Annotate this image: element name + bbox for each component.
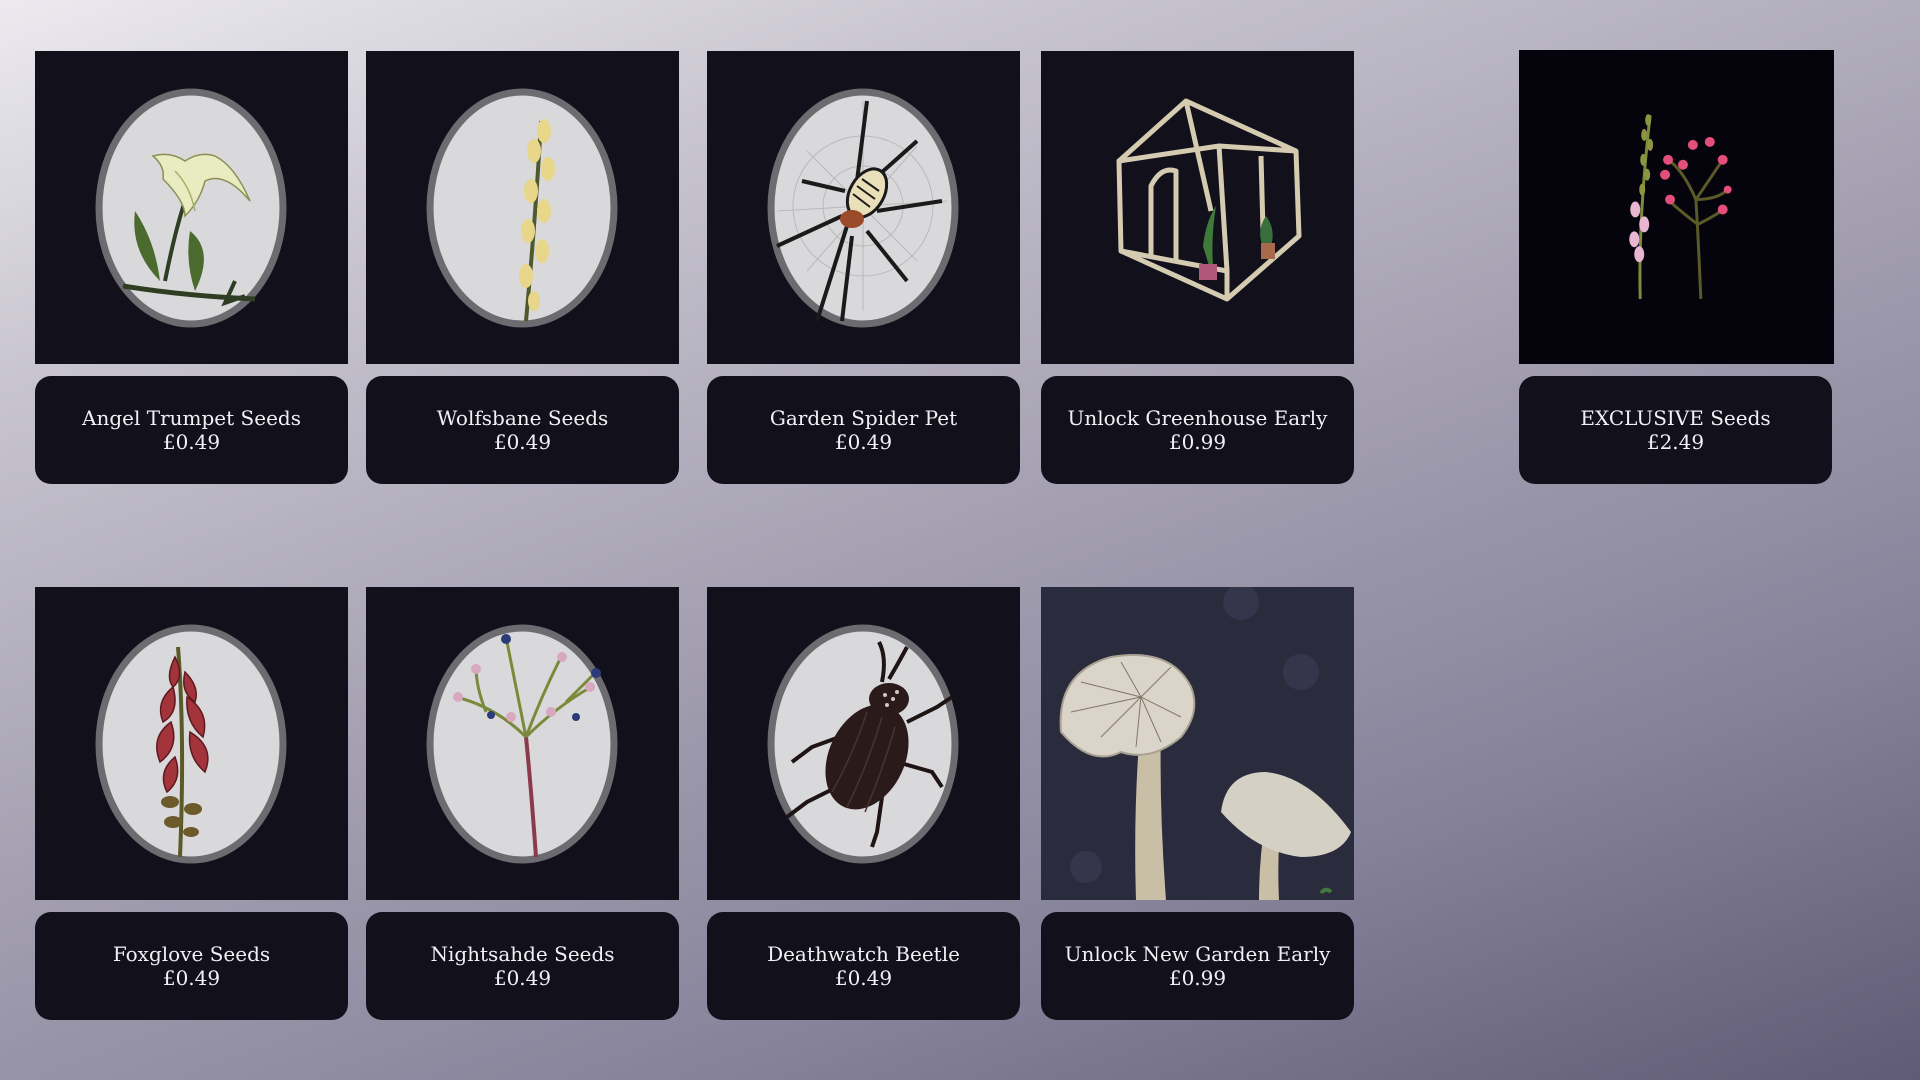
item-name: Deathwatch Beetle <box>767 942 960 966</box>
spider-icon <box>767 88 959 328</box>
item-name: EXCLUSIVE Seeds <box>1580 406 1771 430</box>
item-name: Angel Trumpet Seeds <box>82 406 301 430</box>
wolfsbane-image-button[interactable] <box>366 51 679 364</box>
exclusive-image-button[interactable] <box>1519 50 1834 364</box>
greenhouse-icon <box>1116 98 1302 302</box>
angel-trumpet-icon <box>95 88 287 328</box>
item-price: £0.49 <box>834 430 893 454</box>
garden-spider-buy-button[interactable]: Garden Spider Pet £0.49 <box>707 376 1020 484</box>
angel-trumpet-buy-button[interactable]: Angel Trumpet Seeds £0.49 <box>35 376 348 484</box>
deathwatch-beetle-image-button[interactable] <box>707 587 1020 900</box>
item-name: Nightsahde Seeds <box>430 942 615 966</box>
nightshade-icon <box>426 624 618 864</box>
greenhouse-image-button[interactable] <box>1041 51 1354 364</box>
item-price: £0.99 <box>1168 966 1227 990</box>
shop-item-greenhouse: Unlock Greenhouse Early £0.99 <box>1041 51 1354 484</box>
mushroom-icon <box>1041 587 1354 900</box>
greenhouse-buy-button[interactable]: Unlock Greenhouse Early £0.99 <box>1041 376 1354 484</box>
garden-spider-image-button[interactable] <box>707 51 1020 364</box>
item-name: Wolfsbane Seeds <box>436 406 609 430</box>
item-name: Unlock New Garden Early <box>1064 942 1331 966</box>
exclusive-buy-button[interactable]: EXCLUSIVE Seeds £2.49 <box>1519 376 1832 484</box>
nightshade-image-button[interactable] <box>366 587 679 900</box>
nightshade-buy-button[interactable]: Nightsahde Seeds £0.49 <box>366 912 679 1020</box>
item-price: £0.49 <box>834 966 893 990</box>
item-name: Foxglove Seeds <box>112 942 271 966</box>
exclusive-flowers-icon <box>1629 114 1732 299</box>
shop-item-garden-spider: Garden Spider Pet £0.49 <box>707 51 1020 484</box>
shop-item-wolfsbane: Wolfsbane Seeds £0.49 <box>366 51 679 484</box>
foxglove-icon <box>95 624 287 864</box>
deathwatch-beetle-buy-button[interactable]: Deathwatch Beetle £0.49 <box>707 912 1020 1020</box>
new-garden-image-button[interactable] <box>1041 587 1354 900</box>
foxglove-image-button[interactable] <box>35 587 348 900</box>
shop-item-angel-trumpet: Angel Trumpet Seeds £0.49 <box>35 51 348 484</box>
wolfsbane-buy-button[interactable]: Wolfsbane Seeds £0.49 <box>366 376 679 484</box>
item-price: £0.99 <box>1168 430 1227 454</box>
item-price: £0.49 <box>493 430 552 454</box>
shop-item-foxglove: Foxglove Seeds £0.49 <box>35 587 348 1020</box>
new-garden-buy-button[interactable]: Unlock New Garden Early £0.99 <box>1041 912 1354 1020</box>
item-name: Unlock Greenhouse Early <box>1067 406 1328 430</box>
item-name: Garden Spider Pet <box>769 406 958 430</box>
wolfsbane-icon <box>426 88 618 328</box>
shop-item-deathwatch-beetle: Deathwatch Beetle £0.49 <box>707 587 1020 1020</box>
item-price: £0.49 <box>162 966 221 990</box>
beetle-icon <box>767 624 959 864</box>
shop-grid: Angel Trumpet Seeds £0.49 Wolfsbane Seed… <box>0 0 1920 1080</box>
shop-item-exclusive: EXCLUSIVE Seeds £2.49 <box>1519 50 1834 484</box>
angel-trumpet-image-button[interactable] <box>35 51 348 364</box>
shop-item-new-garden: Unlock New Garden Early £0.99 <box>1041 587 1354 1020</box>
foxglove-buy-button[interactable]: Foxglove Seeds £0.49 <box>35 912 348 1020</box>
item-price: £0.49 <box>162 430 221 454</box>
shop-item-nightshade: Nightsahde Seeds £0.49 <box>366 587 679 1020</box>
item-price: £0.49 <box>493 966 552 990</box>
item-price: £2.49 <box>1646 430 1705 454</box>
